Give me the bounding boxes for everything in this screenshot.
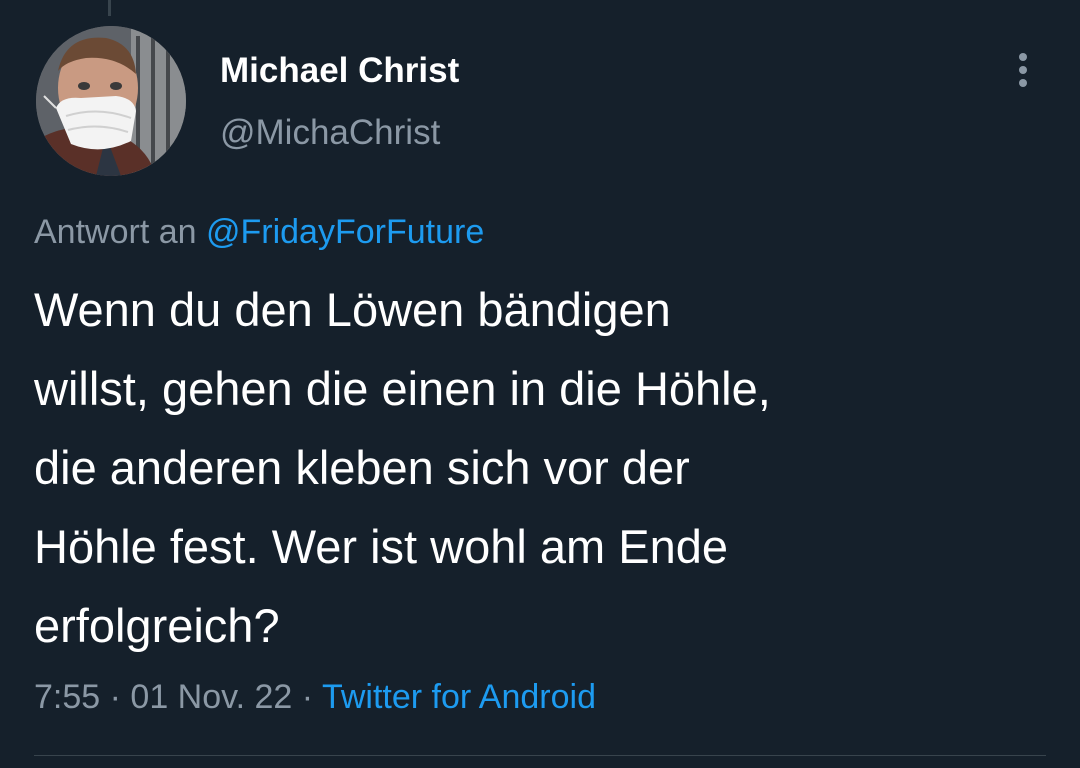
tweet: Michael Christ @MichaChrist Antwort an @… — [0, 0, 1080, 768]
tweet-metadata: 7:55 · 01 Nov. 22 · Twitter for Android — [34, 676, 596, 718]
avatar-image — [36, 26, 186, 176]
reply-context: Antwort an @FridayForFuture — [34, 211, 484, 253]
tweet-time[interactable]: 7:55 — [34, 678, 100, 716]
more-vertical-icon — [1019, 53, 1027, 87]
reply-mention-link[interactable]: @FridayForFuture — [206, 213, 484, 251]
tweet-text-line: Höhle fest. Wer ist wohl am Ende — [34, 520, 728, 573]
author-name[interactable]: Michael Christ — [220, 49, 459, 93]
tweet-source-link[interactable]: Twitter for Android — [322, 678, 596, 716]
more-options-button[interactable] — [1000, 46, 1046, 94]
reply-prefix: Antwort an — [34, 213, 197, 251]
tweet-text-line: willst, gehen die einen in die Höhle, — [34, 362, 771, 415]
thread-connector-line — [108, 0, 111, 16]
tweet-text-line: Wenn du den Löwen bändigen — [34, 283, 671, 336]
tweet-text: Wenn du den Löwen bändigen willst, gehen… — [34, 270, 1044, 665]
tweet-date[interactable]: 01 Nov. 22 — [130, 678, 292, 716]
tweet-text-line: die anderen kleben sich vor der — [34, 441, 690, 494]
divider — [34, 755, 1046, 756]
tweet-text-line: erfolgreich? — [34, 599, 280, 652]
meta-separator: · — [301, 678, 314, 716]
meta-separator: · — [109, 678, 121, 716]
author-handle[interactable]: @MichaChrist — [220, 111, 440, 155]
avatar[interactable] — [36, 26, 186, 176]
